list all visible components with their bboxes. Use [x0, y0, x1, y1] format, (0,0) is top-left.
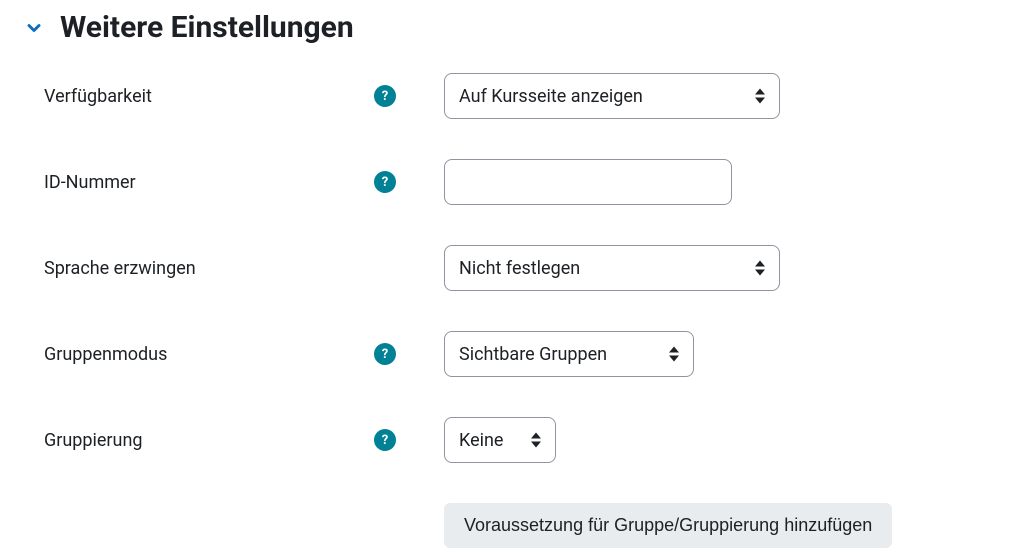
field-row-idnumber: ID-Nummer ?: [20, 159, 1015, 205]
help-icon[interactable]: ?: [374, 85, 396, 107]
field-row-grouping: Gruppierung ? Keine: [20, 417, 1015, 463]
sort-icon: [755, 261, 765, 276]
select-forcelang-value: Nicht festlegen: [459, 258, 580, 279]
select-forcelang[interactable]: Nicht festlegen: [444, 245, 780, 291]
select-groupmode[interactable]: Sichtbare Gruppen: [444, 331, 694, 377]
collapse-toggle[interactable]: [20, 14, 48, 42]
label-idnumber: ID-Nummer: [44, 172, 136, 193]
label-groupmode: Gruppenmodus: [44, 344, 167, 365]
input-idnumber[interactable]: [444, 159, 732, 205]
field-row-availability: Verfügbarkeit ? Auf Kursseite anzeigen: [20, 73, 1015, 119]
chevron-down-icon: [24, 18, 44, 38]
help-icon[interactable]: ?: [374, 429, 396, 451]
help-icon[interactable]: ?: [374, 171, 396, 193]
select-grouping-value: Keine: [459, 430, 503, 451]
sort-icon: [531, 433, 541, 448]
help-icon[interactable]: ?: [374, 343, 396, 365]
section-title: Weitere Einstellungen: [60, 10, 354, 45]
field-row-groupmode: Gruppenmodus ? Sichtbare Gruppen: [20, 331, 1015, 377]
field-row-forcelang: Sprache erzwingen Nicht festlegen: [20, 245, 1015, 291]
select-availability[interactable]: Auf Kursseite anzeigen: [444, 73, 780, 119]
select-availability-value: Auf Kursseite anzeigen: [459, 86, 643, 107]
sort-icon: [755, 89, 765, 104]
add-group-restriction-button[interactable]: Voraussetzung für Gruppe/Gruppierung hin…: [444, 503, 892, 548]
label-availability: Verfügbarkeit: [44, 86, 152, 107]
sort-icon: [669, 347, 679, 362]
label-forcelang: Sprache erzwingen: [44, 258, 196, 279]
label-grouping: Gruppierung: [44, 430, 143, 451]
select-groupmode-value: Sichtbare Gruppen: [459, 344, 607, 365]
select-grouping[interactable]: Keine: [444, 417, 556, 463]
